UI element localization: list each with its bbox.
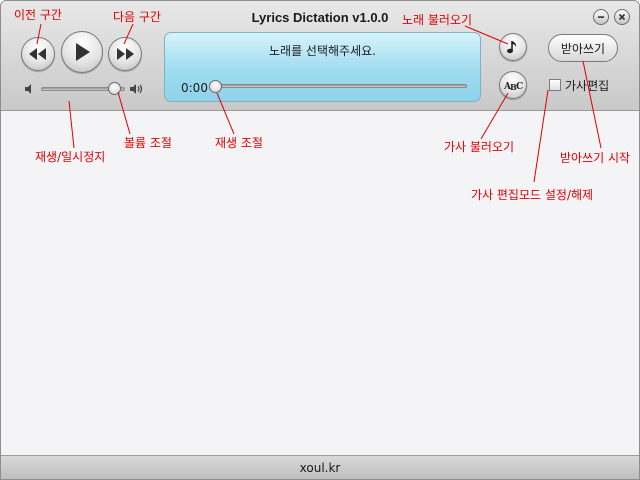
annotation-seek: 재생 조절 — [215, 136, 263, 150]
annotation-load-lyrics: 가사 불러오기 — [444, 140, 515, 154]
close-icon — [618, 13, 626, 21]
annotation-load-song: 노래 불러오기 — [402, 13, 473, 27]
toolbar: Lyrics Dictation v1.0.0 노래를 선택해주세요. 0:00… — [1, 1, 639, 111]
time-display: 0:00 — [181, 81, 208, 95]
music-note-icon — [507, 41, 517, 54]
load-lyrics-button[interactable]: A B C — [499, 71, 527, 99]
minimize-icon — [598, 16, 604, 18]
play-icon — [76, 43, 90, 61]
prev-section-button[interactable] — [21, 37, 55, 71]
volume-high-icon — [130, 84, 143, 94]
close-button[interactable] — [614, 9, 630, 25]
annotation-volume: 볼륨 조절 — [124, 136, 172, 150]
minimize-button[interactable] — [593, 9, 609, 25]
abc-icon: A B C — [503, 82, 523, 92]
app-window: Lyrics Dictation v1.0.0 노래를 선택해주세요. 0:00… — [0, 0, 640, 480]
volume-low-icon — [25, 84, 31, 94]
lcd-display: 노래를 선택해주세요. 0:00 — [164, 32, 481, 102]
annotation-next: 다음 구간 — [113, 10, 161, 24]
annotation-edit-mode: 가사 편집모드 설정/해제 — [471, 188, 594, 202]
fast-forward-icon — [117, 48, 134, 60]
next-section-button[interactable] — [108, 37, 142, 71]
volume-slider-handle[interactable] — [108, 82, 122, 95]
seek-slider[interactable] — [215, 84, 467, 88]
dictation-start-button[interactable]: 받아쓰기 — [548, 34, 618, 62]
load-song-button[interactable] — [499, 33, 527, 61]
annotation-prev: 이전 구간 — [14, 8, 62, 22]
annotation-play-pause: 재생/일시정지 — [35, 150, 106, 164]
lyrics-edit-checkbox[interactable] — [549, 79, 561, 91]
play-pause-button[interactable] — [61, 31, 103, 73]
svg-text:C: C — [516, 82, 523, 92]
window-title: Lyrics Dictation v1.0.0 — [251, 10, 389, 25]
lyrics-edit-label: 가사편집 — [565, 79, 610, 93]
annotation-dictation-start: 받아쓰기 시작 — [560, 151, 631, 165]
seek-slider-handle[interactable] — [209, 80, 222, 93]
status-bar: xoul.kr — [1, 455, 639, 479]
footer-link[interactable]: xoul.kr — [1, 461, 639, 475]
status-message: 노래를 선택해주세요. — [269, 44, 376, 58]
rewind-icon — [29, 48, 46, 60]
